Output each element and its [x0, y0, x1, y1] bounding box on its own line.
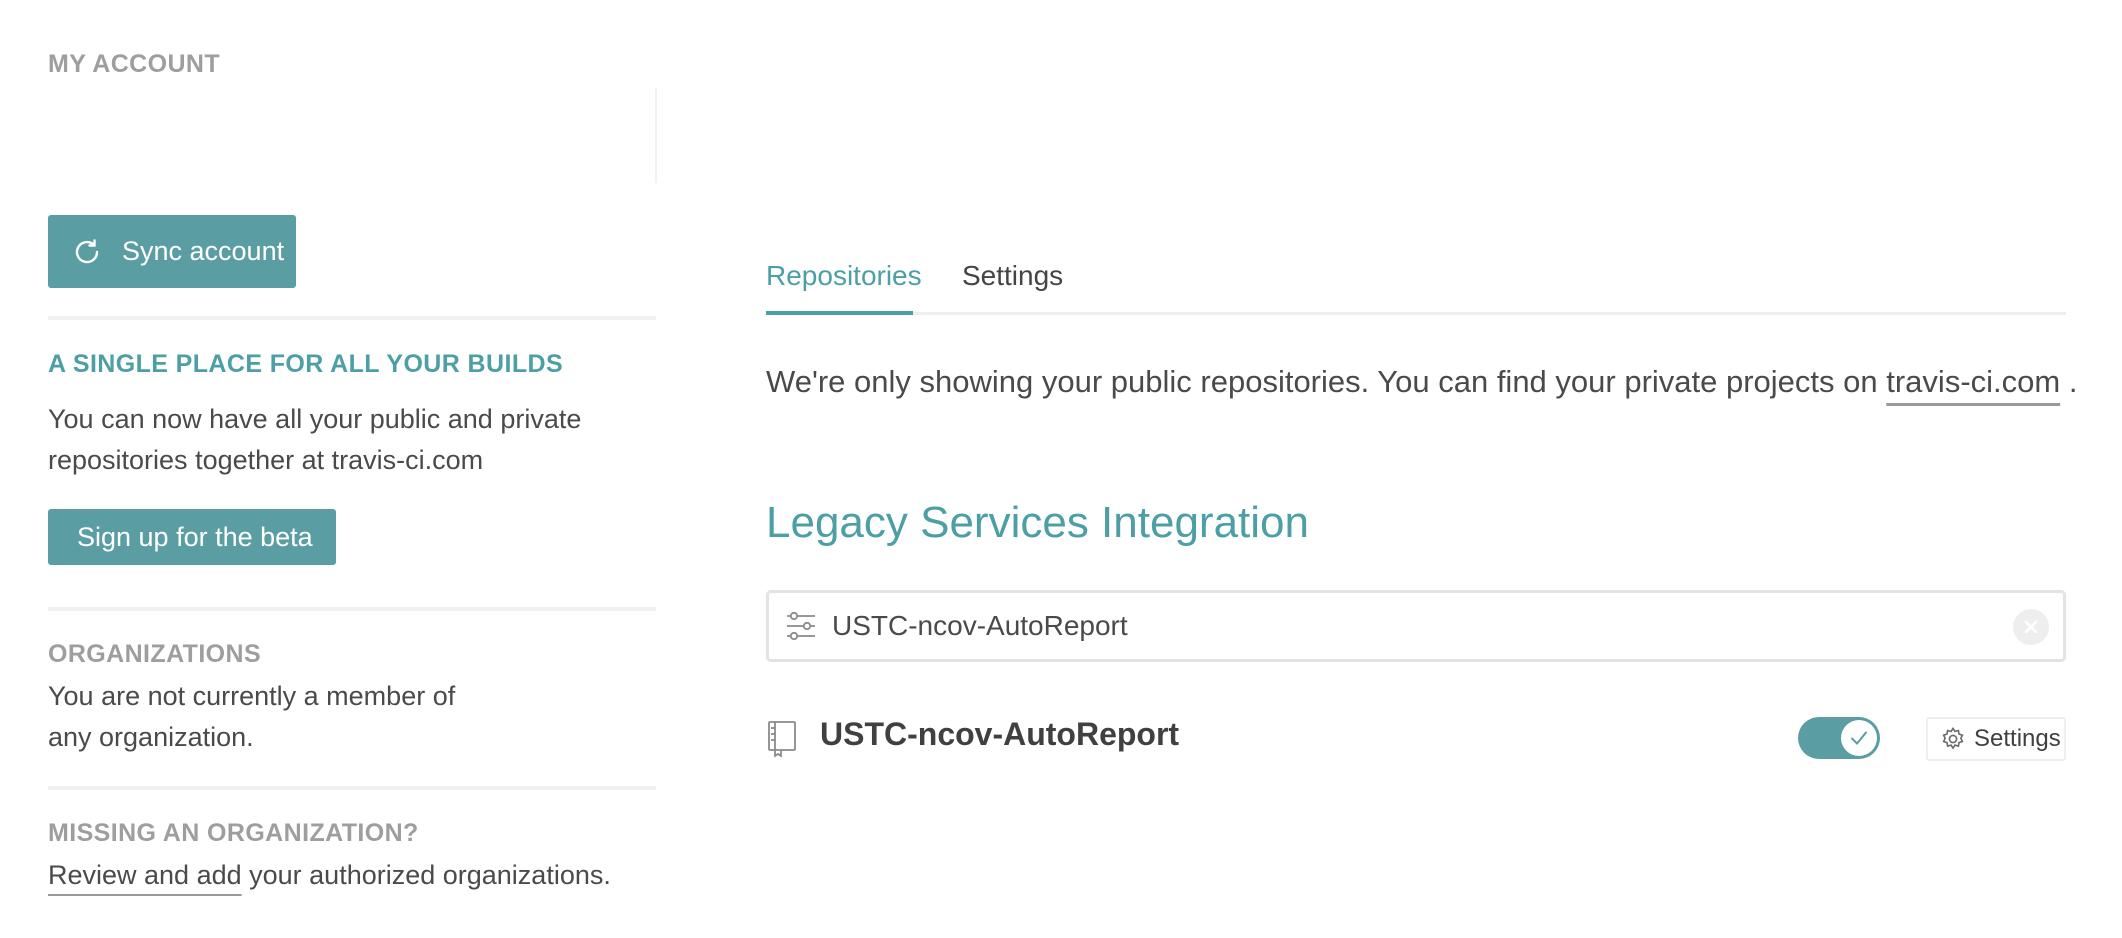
organizations-text-line: You are not currently a member of	[48, 681, 456, 711]
check-icon	[1841, 720, 1877, 756]
missing-organization-suffix: your authorized organizations.	[241, 860, 611, 890]
repo-book-icon	[767, 720, 797, 758]
repository-row: USTC-ncov-AutoReport Settings	[766, 710, 2066, 766]
repository-enable-toggle[interactable]	[1798, 717, 1880, 759]
my-account-title: MY ACCOUNT	[48, 50, 221, 78]
builds-text-line: You can now have all your public and pri…	[48, 404, 582, 434]
sync-icon	[70, 235, 104, 269]
header-divider	[655, 88, 657, 183]
tab-repositories[interactable]: Repositories	[766, 255, 922, 315]
builds-description: You can now have all your public and pri…	[48, 399, 638, 481]
repository-filter-input[interactable]: USTC-ncov-AutoReport	[766, 590, 2066, 662]
sync-account-label: Sync account	[122, 236, 285, 266]
gear-icon	[1940, 726, 1966, 752]
repository-settings-button[interactable]: Settings	[1926, 717, 2066, 761]
organizations-text: You are not currently a member of any or…	[48, 676, 508, 758]
sidebar-divider	[48, 786, 656, 790]
notice-suffix: .	[2060, 364, 2078, 399]
tab-settings[interactable]: Settings	[962, 255, 1063, 315]
clear-icon[interactable]	[2013, 609, 2049, 645]
organizations-heading: ORGANIZATIONS	[48, 640, 262, 668]
builds-text-line: repositories together at travis-ci.com	[48, 445, 484, 475]
tab-bar: Repositories Settings	[766, 255, 2066, 315]
repository-settings-label: Settings	[1974, 725, 2061, 752]
missing-organization-heading: MISSING AN ORGANIZATION?	[48, 819, 419, 847]
main-content: Repositories Settings We're only showing…	[766, 0, 2077, 938]
filter-sliders-icon	[784, 609, 818, 643]
filter-value: USTC-ncov-AutoReport	[832, 610, 1128, 641]
sign-up-beta-button[interactable]: Sign up for the beta	[48, 509, 336, 565]
sync-account-button[interactable]: Sync account	[48, 215, 296, 288]
review-organizations-link[interactable]: Review and add	[48, 860, 242, 890]
legacy-services-title: Legacy Services Integration	[766, 498, 1309, 547]
sign-up-beta-label: Sign up for the beta	[77, 521, 313, 552]
repository-name[interactable]: USTC-ncov-AutoReport	[820, 716, 1179, 753]
missing-organization-text: Review and add your authorized organizat…	[48, 855, 638, 896]
sidebar: MY ACCOUNT Sync account A SINGLE PLACE F…	[48, 0, 656, 938]
builds-heading: A SINGLE PLACE FOR ALL YOUR BUILDS	[48, 350, 564, 378]
public-repos-notice: We're only showing your public repositor…	[766, 364, 2077, 400]
sidebar-divider	[48, 607, 656, 611]
sidebar-divider	[48, 316, 656, 320]
organizations-text-line: any organization.	[48, 722, 254, 752]
notice-text: We're only showing your public repositor…	[766, 364, 1887, 399]
travis-ci-com-link[interactable]: travis-ci.com	[1886, 364, 2060, 399]
